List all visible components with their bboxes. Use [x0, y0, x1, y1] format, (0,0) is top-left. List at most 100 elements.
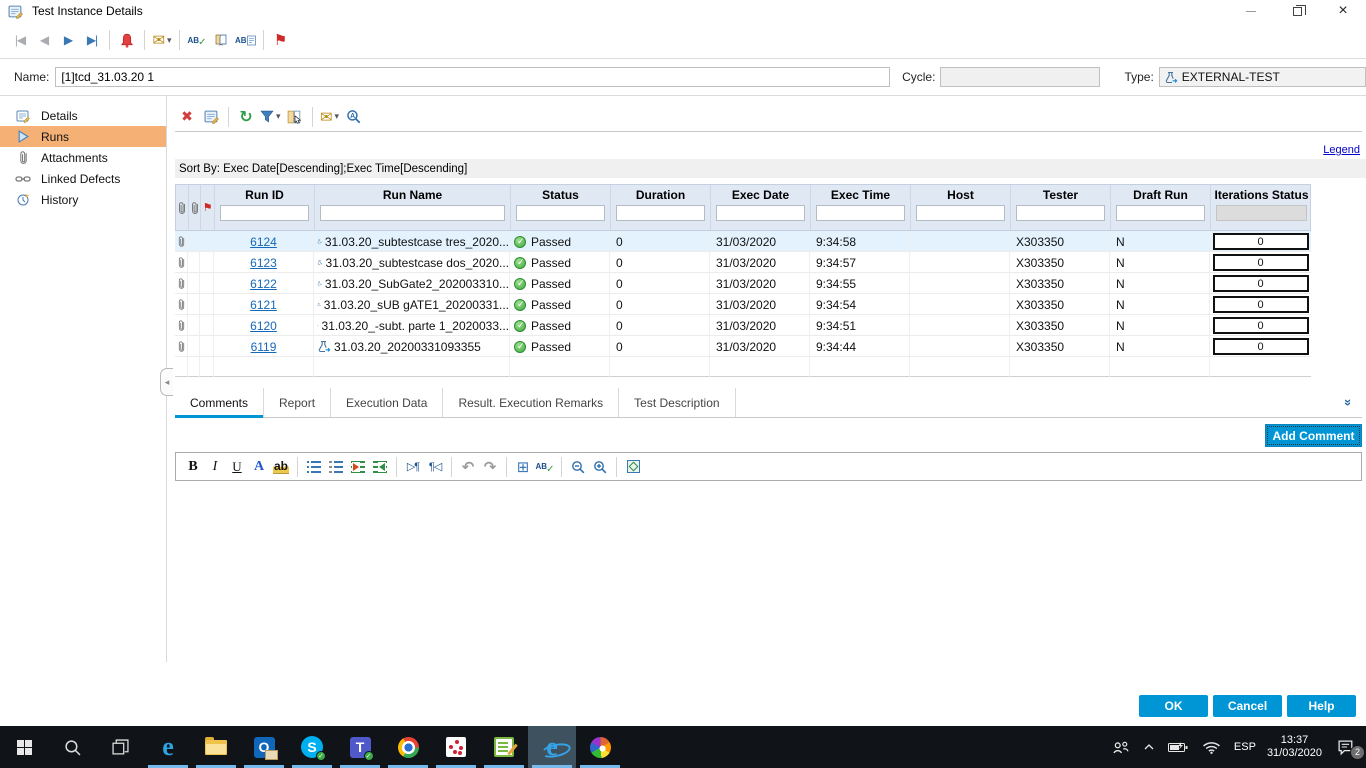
tab-test-description[interactable]: Test Description — [619, 388, 735, 417]
filter-exec-date-input[interactable] — [716, 205, 805, 221]
tab-comments[interactable]: Comments — [175, 388, 264, 417]
sidebar-item-history[interactable]: History — [0, 189, 167, 210]
minimize-button[interactable] — [1228, 0, 1274, 22]
run-id-link[interactable]: 6119 — [251, 340, 277, 354]
column-header-exec-time[interactable]: Exec Time — [811, 185, 911, 230]
spelling-options-button[interactable]: AB — [233, 27, 258, 53]
table-row[interactable]: 6119 31.03.20_20200331093355 Passed 0 31… — [175, 336, 1311, 357]
set-filter-button[interactable]: ▾ — [258, 104, 283, 130]
taskbar-edge-button[interactable]: e — [144, 726, 192, 768]
send-run-by-email-button[interactable]: ✉ ▾ — [318, 104, 342, 130]
ok-button[interactable]: OK — [1139, 695, 1208, 717]
indent-button[interactable] — [347, 456, 369, 478]
select-columns-button[interactable] — [283, 104, 307, 130]
column-header-draft-run[interactable]: Draft Run — [1111, 185, 1211, 230]
close-button[interactable]: × — [1320, 0, 1366, 22]
left-to-right-button[interactable]: ▷¶ — [402, 456, 424, 478]
refresh-button[interactable]: ↻ — [234, 104, 258, 130]
start-button[interactable] — [0, 726, 48, 768]
flag-for-follow-up-button[interactable]: ⚑ — [269, 27, 293, 53]
filter-duration-input[interactable] — [616, 205, 705, 221]
previous-record-button[interactable]: ◀ — [32, 27, 56, 53]
insert-table-button[interactable]: ⊞ — [512, 456, 534, 478]
battery-tray-button[interactable] — [1166, 741, 1191, 753]
cycle-input[interactable] — [940, 67, 1100, 87]
bold-button[interactable]: B — [182, 456, 204, 478]
outdent-button[interactable] — [369, 456, 391, 478]
attachment-column-header[interactable] — [176, 185, 189, 230]
filter-run-name-input[interactable] — [320, 205, 505, 221]
filter-draft-run-input[interactable] — [1116, 205, 1205, 221]
taskbar-outlook-button[interactable]: O — [240, 726, 288, 768]
undo-button[interactable]: ↶ — [457, 456, 479, 478]
taskbar-chrome-button[interactable] — [384, 726, 432, 768]
table-row[interactable]: 6121 31.03.20_sUB gATE1_20200331... Pass… — [175, 294, 1311, 315]
language-indicator[interactable]: ESP — [1232, 741, 1258, 753]
font-color-button[interactable]: A — [248, 456, 270, 478]
filter-run-id-input[interactable] — [220, 205, 309, 221]
next-record-button[interactable]: ▶ — [56, 27, 80, 53]
network-tray-button[interactable] — [1200, 740, 1223, 754]
check-spelling-button[interactable]: AB ✓ — [185, 27, 209, 53]
taskbar-skype-button[interactable]: S✓ — [288, 726, 336, 768]
task-view-button[interactable] — [96, 726, 144, 768]
filter-host-input[interactable] — [916, 205, 1005, 221]
taskbar-teams-button[interactable]: T✓ — [336, 726, 384, 768]
taskbar-internet-explorer-button[interactable]: e — [528, 726, 576, 768]
taskbar-clock[interactable]: 13:37 31/03/2020 — [1267, 734, 1322, 760]
run-id-link[interactable]: 6120 — [250, 319, 277, 333]
run-details-button[interactable] — [199, 104, 223, 130]
tab-execution-data[interactable]: Execution Data — [331, 388, 443, 417]
underline-button[interactable]: U — [226, 456, 248, 478]
show-hidden-icons-button[interactable] — [1141, 743, 1157, 751]
taskbar-file-explorer-button[interactable] — [192, 726, 240, 768]
editor-spellcheck-button[interactable]: AB✓ — [534, 456, 556, 478]
run-id-link[interactable]: 6124 — [250, 235, 277, 249]
column-header-host[interactable]: Host — [911, 185, 1011, 230]
column-header-exec-date[interactable]: Exec Date — [711, 185, 811, 230]
column-header-status[interactable]: Status — [511, 185, 611, 230]
sidebar-item-details[interactable]: Details — [0, 105, 167, 126]
run-id-link[interactable]: 6121 — [250, 298, 277, 312]
flag-column-header[interactable]: ⚑ — [201, 185, 215, 230]
attachment-column-header[interactable] — [189, 185, 201, 230]
column-header-duration[interactable]: Duration — [611, 185, 711, 230]
tab-report[interactable]: Report — [264, 388, 331, 417]
table-row[interactable]: 6122 31.03.20_SubGate2_202003310... Pass… — [175, 273, 1311, 294]
column-header-run-name[interactable]: Run Name — [315, 185, 511, 230]
sidebar-collapse-handle[interactable]: ◂ — [160, 368, 173, 396]
restore-button[interactable] — [1274, 0, 1320, 22]
filter-status-input[interactable] — [516, 205, 605, 221]
people-button[interactable] — [1110, 741, 1132, 754]
sidebar-item-linked-defects[interactable]: Linked Defects — [0, 168, 167, 189]
collapse-panel-chevron-icon[interactable]: » — [1341, 399, 1356, 406]
taskbar-app-red-dots-button[interactable] — [432, 726, 480, 768]
run-id-link[interactable]: 6123 — [250, 256, 277, 270]
taskbar-search-button[interactable] — [48, 726, 96, 768]
delete-run-button[interactable]: ✖ — [175, 104, 199, 130]
table-row[interactable]: 6123 31.03.20_subtestcase dos_2020... Pa… — [175, 252, 1311, 273]
zoom-out-button[interactable] — [567, 456, 589, 478]
legend-link[interactable]: Legend — [1323, 144, 1360, 156]
name-input[interactable] — [55, 67, 890, 87]
add-comment-button[interactable]: Add Comment — [1265, 424, 1362, 447]
action-center-button[interactable]: 2 — [1335, 739, 1358, 756]
highlight-button[interactable]: ab — [270, 456, 292, 478]
last-record-button[interactable]: ▶| — [80, 27, 104, 53]
sidebar-item-runs[interactable]: Runs — [0, 126, 167, 147]
first-record-button[interactable]: |◀ — [8, 27, 32, 53]
sidebar-item-attachments[interactable]: Attachments — [0, 147, 167, 168]
fullscreen-button[interactable] — [622, 456, 644, 478]
redo-button[interactable]: ↷ — [479, 456, 501, 478]
thesaurus-button[interactable] — [209, 27, 233, 53]
column-header-tester[interactable]: Tester — [1011, 185, 1111, 230]
numbered-list-button[interactable] — [325, 456, 347, 478]
italic-button[interactable]: I — [204, 456, 226, 478]
help-button[interactable]: Help — [1287, 695, 1356, 717]
bulleted-list-button[interactable] — [303, 456, 325, 478]
right-to-left-button[interactable]: ¶◁ — [424, 456, 446, 478]
zoom-in-button[interactable] — [589, 456, 611, 478]
table-row[interactable]: 6120 31.03.20_-subt. parte 1_2020033... … — [175, 315, 1311, 336]
send-by-email-button[interactable]: ✉ ▾ — [150, 27, 174, 53]
find-button[interactable]: A — [342, 104, 366, 130]
